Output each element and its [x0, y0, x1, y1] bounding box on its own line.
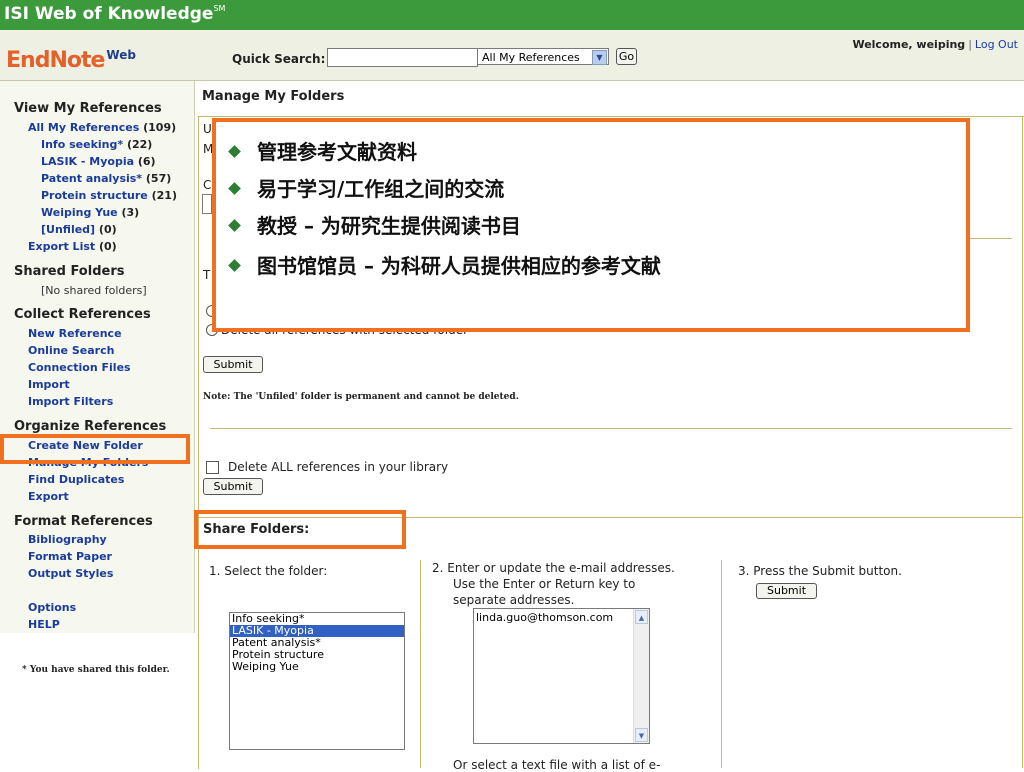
sidebar-item-online-search[interactable]: Online Search	[28, 344, 114, 357]
email-textarea[interactable]: linda.guo@thomson.com ▲ ▼	[473, 608, 650, 744]
file-select-text: Or select a text file with a list of e-	[453, 758, 661, 772]
service-mark: SM	[213, 4, 226, 13]
sidebar-folder-info-seeking[interactable]: Info seeking* (22)	[41, 138, 152, 151]
bullet-1: 管理参考文献资料	[228, 136, 417, 165]
partial-folder-input[interactable]	[202, 194, 212, 214]
partial-text-u: U	[203, 122, 212, 136]
panel-right-border	[1022, 116, 1023, 768]
page-title: Manage My Folders	[202, 89, 345, 104]
feature-overlay: 管理参考文献资料 易于学习/工作组之间的交流 教授 – 为研究生提供阅读书目 图…	[212, 118, 970, 332]
sidebar-item-format-paper[interactable]: Format Paper	[28, 550, 112, 563]
panel-top-divider	[198, 116, 1023, 117]
no-shared-folders-text: [No shared folders]	[41, 284, 147, 297]
chevron-down-icon: ▼	[592, 50, 607, 65]
folder-listbox[interactable]: Info seeking* LASIK - Myopia Patent anal…	[229, 612, 405, 750]
shared-folders-heading: Shared Folders	[14, 264, 125, 279]
delete-submit-button[interactable]: Submit	[203, 356, 263, 373]
top-bar: ISI Web of KnowledgeSM	[0, 0, 1024, 30]
sidebar-folder-protein[interactable]: Protein structure (21)	[41, 189, 177, 202]
sidebar-item-find-duplicates[interactable]: Find Duplicates	[28, 473, 124, 486]
sidebar-folder-lasik[interactable]: LASIK - Myopia (6)	[41, 155, 156, 168]
delete-all-submit-button[interactable]: Submit	[203, 478, 263, 495]
sidebar-item-import[interactable]: Import	[28, 378, 70, 391]
panel-divider-2	[210, 428, 1012, 429]
partial-text-c: C	[203, 178, 212, 192]
collect-references-heading: Collect References	[14, 307, 151, 322]
share-column-divider-2	[721, 560, 722, 768]
sidebar-folder-unfiled[interactable]: [Unfiled] (0)	[41, 223, 117, 236]
endnote-logo[interactable]: EndNote Web	[6, 48, 136, 73]
bullet-3: 教授 – 为研究生提供阅读书目	[228, 210, 521, 239]
header: EndNote Web Quick Search: All My Referenc…	[0, 30, 1024, 81]
sidebar-item-bibliography[interactable]: Bibliography	[28, 533, 107, 546]
welcome-area: Welcome, weiping | Log Out	[852, 38, 1018, 51]
sidebar-item-output-styles[interactable]: Output Styles	[28, 567, 113, 580]
email-value: linda.guo@thomson.com	[476, 611, 614, 624]
sidebar-item-new-reference[interactable]: New Reference	[28, 327, 122, 340]
sidebar-item-export[interactable]: Export	[28, 490, 69, 503]
bullet-4: 图书馆馆员 – 为科研人员提供相应的参考文献	[228, 250, 661, 279]
format-references-heading: Format References	[14, 514, 153, 529]
email-scrollbar[interactable]: ▲ ▼	[633, 609, 649, 743]
app-title: ISI Web of KnowledgeSM	[4, 4, 226, 24]
diamond-bullet-icon	[228, 145, 241, 158]
scroll-up-icon[interactable]: ▲	[635, 610, 648, 624]
list-item[interactable]: Weiping Yue	[230, 661, 404, 673]
quick-search-input[interactable]	[327, 48, 478, 67]
logout-link[interactable]: Log Out	[975, 38, 1018, 51]
share-column-divider-1	[420, 560, 421, 768]
bullet-2: 易于学习/工作组之间的交流	[228, 173, 504, 202]
search-scope-value: All My References	[482, 51, 580, 64]
sidebar-folder-patent[interactable]: Patent analysis* (57)	[41, 172, 171, 185]
diamond-bullet-icon	[228, 259, 241, 272]
scroll-down-icon[interactable]: ▼	[635, 728, 648, 742]
share-step-2-line-3: separate addresses.	[453, 593, 575, 607]
sidebar-item-export-list[interactable]: Export List (0)	[28, 240, 117, 253]
sidebar-item-options[interactable]: Options	[28, 601, 76, 614]
sidebar-item-all-references[interactable]: All My References (109)	[28, 121, 176, 134]
delete-all-label: Delete ALL references in your library	[228, 460, 449, 474]
sidebar-folder-weiping[interactable]: Weiping Yue (3)	[41, 206, 139, 219]
shared-folder-note: * You have shared this folder.	[22, 665, 170, 675]
diamond-bullet-icon	[228, 182, 241, 195]
sidebar-item-connection-files[interactable]: Connection Files	[28, 361, 131, 374]
delete-all-checkbox[interactable]	[206, 461, 219, 474]
sidebar-item-help[interactable]: HELP	[28, 618, 60, 631]
view-references-heading: View My References	[14, 101, 162, 116]
welcome-text: Welcome, weiping	[852, 38, 966, 51]
organize-references-heading: Organize References	[14, 419, 167, 434]
share-step-2-line-1: 2. Enter or update the e-mail addresses.	[432, 561, 675, 575]
highlight-create-folder	[0, 434, 190, 464]
search-scope-select[interactable]: All My References ▼	[477, 48, 609, 65]
go-button[interactable]: Go	[616, 48, 637, 65]
partial-text-t: T	[203, 268, 211, 282]
unfiled-note: Note: The 'Unfiled' folder is permanent …	[203, 392, 519, 402]
sidebar-item-import-filters[interactable]: Import Filters	[28, 395, 113, 408]
share-submit-button[interactable]: Submit	[756, 583, 817, 599]
diamond-bullet-icon	[228, 219, 241, 232]
share-step-2-line-2: Use the Enter or Return key to	[453, 577, 636, 591]
share-step-1: 1. Select the folder:	[209, 564, 328, 578]
quick-search-label: Quick Search:	[232, 52, 326, 66]
highlight-share-folders	[194, 510, 406, 549]
share-step-3: 3. Press the Submit button.	[738, 564, 902, 578]
